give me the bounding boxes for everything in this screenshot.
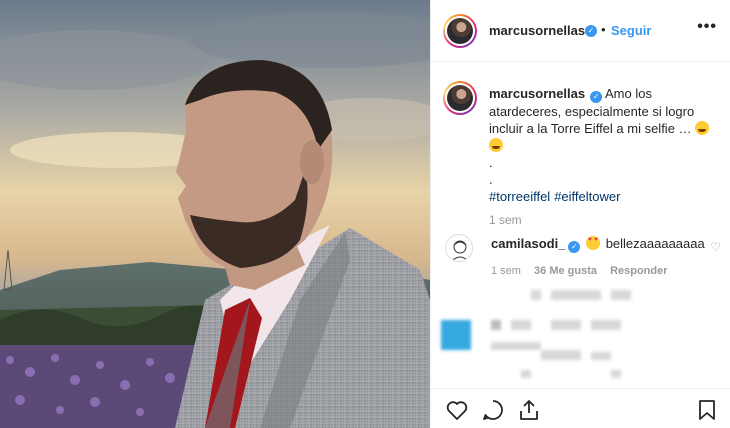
hashtag-link[interactable]: #eiffeltower [554,189,620,204]
comment-item: camilasodi_✓ bellezaaaaaaaaa ♡ 1 sem 36 … [431,228,730,288]
caption-time: 1 sem [489,213,522,227]
comment-like-heart-icon[interactable]: ♡ [710,240,721,254]
redacted-block [511,320,531,330]
redacted-block [551,290,601,300]
redacted-block [591,320,621,330]
heart-eyes-emoji-icon [586,236,601,250]
profile-avatar[interactable] [443,14,477,48]
share-icon[interactable] [517,398,541,422]
heart-icon[interactable] [445,398,469,422]
redacted-block [551,320,581,330]
redacted-block [491,320,501,330]
post-photo[interactable] [0,0,430,428]
comment-icon[interactable] [481,398,505,422]
commenter-avatar[interactable] [445,234,473,262]
redacted-block [611,290,631,300]
post-header: marcusornellas ✓ • Seguir ••• [431,0,730,62]
hashtag-list: #torreeiffel #eiffeltower [489,188,719,205]
header-username[interactable]: marcusornellas [489,23,585,38]
comment-text: bellezaaaaaaaaa [605,236,705,251]
comment-text-block: camilasodi_✓ bellezaaaaaaaaa [491,236,705,253]
comment-time: 1 sem [491,265,521,277]
redacted-block [521,370,531,378]
separator-dot: • [601,22,606,37]
comment-likes-count[interactable]: 36 Me gusta [534,265,597,277]
caption-dot: . [489,155,493,170]
laughing-emoji-icon [695,121,710,135]
verified-badge-icon: ✓ [568,241,581,253]
post-actions-bar [431,388,730,428]
reply-button[interactable]: Responder [610,265,667,277]
hashtag-link[interactable]: #torreeiffel [489,189,550,204]
commenter-username[interactable]: camilasodi_ [491,236,565,251]
caption-username[interactable]: marcusornellas [489,86,585,101]
redacted-block [611,370,621,378]
caption-avatar[interactable] [443,81,477,115]
caption-dot: . [489,172,493,187]
redacted-block [491,342,541,350]
wink-tongue-emoji-icon [489,138,503,152]
bookmark-icon[interactable] [695,398,719,422]
verified-badge-icon: ✓ [590,91,603,103]
more-options-icon[interactable]: ••• [697,18,717,36]
selfie-image [0,0,430,428]
post-details-panel: marcusornellas ✓ • Seguir ••• marcusorne… [430,0,730,428]
redacted-block [541,350,581,360]
caption-text-block: marcusornellas ✓ Amo los atardeceres, esp… [489,85,719,205]
follow-button[interactable]: Seguir [611,23,651,38]
redacted-block [531,290,541,300]
redacted-avatar [441,320,471,350]
redacted-block [591,352,611,360]
comment-meta: 1 sem 36 Me gusta Responder [491,265,678,277]
verified-badge-icon: ✓ [585,25,597,37]
